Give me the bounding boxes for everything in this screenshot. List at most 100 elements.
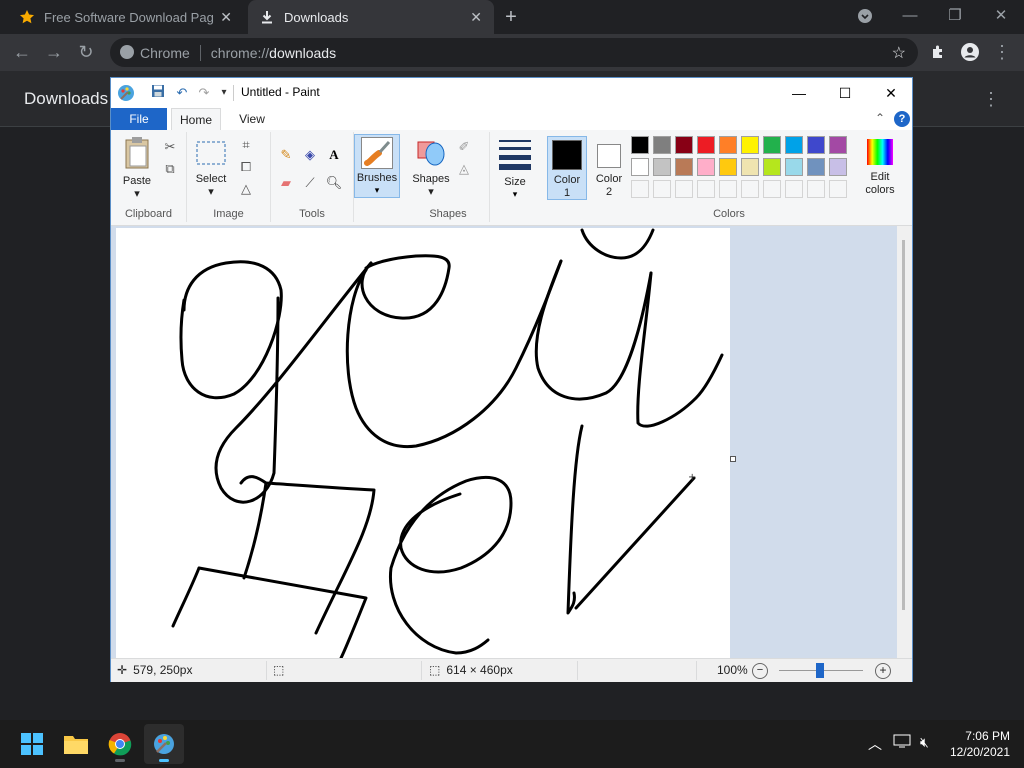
zoom-out-icon[interactable]: −: [752, 663, 768, 679]
rotate-icon[interactable]: △: [237, 180, 255, 198]
palette-swatch[interactable]: [697, 158, 715, 176]
custom-color-slot[interactable]: [763, 180, 781, 198]
close-tab-icon[interactable]: ✕: [220, 9, 232, 26]
custom-color-slot[interactable]: [631, 180, 649, 198]
color2-button[interactable]: Color 2: [591, 136, 627, 200]
palette-swatch[interactable]: [741, 158, 759, 176]
magnifier-icon[interactable]: 🔍︎: [325, 174, 343, 192]
eraser-icon[interactable]: ▰: [277, 174, 295, 192]
shape-fill-icon[interactable]: ◬: [455, 160, 473, 178]
custom-color-slot[interactable]: [697, 180, 715, 198]
color1-button[interactable]: Color 1: [547, 136, 587, 200]
save-icon[interactable]: [149, 84, 167, 102]
paint-taskbar-icon[interactable]: [144, 724, 184, 764]
paste-button[interactable]: Paste ▾: [117, 136, 157, 200]
bookmark-star-icon[interactable]: ☆: [892, 43, 906, 63]
outline-icon[interactable]: ✐: [455, 138, 473, 156]
undo-icon[interactable]: ↶: [173, 84, 191, 102]
custom-color-slot[interactable]: [785, 180, 803, 198]
group-label: Image: [213, 208, 244, 220]
file-explorer-icon[interactable]: [56, 724, 96, 764]
palette-swatch[interactable]: [653, 136, 671, 154]
restore-icon[interactable]: ❐: [941, 4, 969, 28]
close-tab-icon[interactable]: ✕: [470, 9, 482, 26]
shapes-button[interactable]: Shapes ▾: [411, 136, 451, 198]
palette-swatch[interactable]: [653, 158, 671, 176]
tab-free-software-download[interactable]: Free Software Download Page - S ✕: [8, 0, 244, 34]
resize-icon[interactable]: ⧠: [237, 158, 255, 176]
color-wheel-icon: [867, 139, 893, 165]
paint-minimize-icon[interactable]: —: [776, 78, 822, 108]
custom-color-slot[interactable]: [807, 180, 825, 198]
network-icon[interactable]: [893, 734, 911, 751]
new-tab-button[interactable]: +: [500, 6, 522, 28]
palette-swatch[interactable]: [719, 136, 737, 154]
profile-icon[interactable]: [958, 40, 982, 64]
palette-swatch[interactable]: [741, 136, 759, 154]
zoom-slider-thumb[interactable]: [816, 663, 824, 678]
redo-icon[interactable]: ↷: [195, 84, 213, 102]
zoom-in-icon[interactable]: +: [875, 663, 891, 679]
canvas-resize-handle[interactable]: [730, 456, 736, 462]
paint-maximize-icon[interactable]: ☐: [822, 78, 868, 108]
palette-swatch[interactable]: [785, 136, 803, 154]
help-icon[interactable]: ?: [894, 111, 910, 127]
palette-swatch[interactable]: [763, 158, 781, 176]
size-button[interactable]: Size ▾: [491, 132, 541, 212]
text-icon[interactable]: A: [325, 146, 343, 164]
custom-color-slot[interactable]: [675, 180, 693, 198]
custom-color-slot[interactable]: [829, 180, 847, 198]
palette-swatch[interactable]: [719, 158, 737, 176]
tab-downloads[interactable]: Downloads ✕: [248, 0, 494, 34]
palette-swatch[interactable]: [631, 136, 649, 154]
palette-swatch[interactable]: [675, 158, 693, 176]
forward-icon[interactable]: →: [42, 40, 66, 64]
select-button[interactable]: Select ▾: [191, 140, 231, 198]
address-bar[interactable]: Chrome chrome://downloads ☆: [110, 38, 918, 67]
close-window-icon[interactable]: ✕: [987, 4, 1015, 28]
palette-swatch[interactable]: [631, 158, 649, 176]
chrome-menu-icon[interactable]: ⋮: [990, 40, 1014, 64]
vertical-scrollbar[interactable]: [897, 226, 912, 658]
palette-swatch[interactable]: [807, 158, 825, 176]
brushes-button[interactable]: Brushes ▾: [354, 134, 400, 198]
canvas-size-icon: ⬚: [429, 663, 441, 677]
cut-icon[interactable]: ✂: [161, 138, 179, 156]
minimize-icon[interactable]: —: [896, 4, 924, 28]
custom-color-slot[interactable]: [741, 180, 759, 198]
tab-home[interactable]: Home: [171, 108, 221, 130]
palette-swatch[interactable]: [785, 158, 803, 176]
pencil-icon[interactable]: ✎: [277, 146, 295, 164]
chrome-taskbar-icon[interactable]: [100, 724, 140, 764]
color-picker-icon[interactable]: ⟋: [301, 174, 319, 192]
start-icon[interactable]: [12, 724, 52, 764]
palette-swatch[interactable]: [697, 136, 715, 154]
crop-icon[interactable]: ⌗: [237, 136, 255, 154]
copy-icon[interactable]: ⧉: [161, 160, 179, 178]
palette-swatch[interactable]: [829, 158, 847, 176]
paint-close-icon[interactable]: ✕: [868, 78, 914, 108]
tab-view[interactable]: View: [229, 108, 275, 130]
fill-icon[interactable]: ◈: [301, 146, 319, 164]
custom-color-slot[interactable]: [719, 180, 737, 198]
collapse-ribbon-icon[interactable]: ⌃: [875, 111, 885, 125]
palette-swatch[interactable]: [675, 136, 693, 154]
palette-swatch[interactable]: [829, 136, 847, 154]
tab-search-icon[interactable]: [851, 4, 879, 28]
palette-swatch[interactable]: [763, 136, 781, 154]
extensions-icon[interactable]: [926, 40, 950, 64]
canvas-workspace: +: [111, 226, 912, 658]
custom-color-slot[interactable]: [653, 180, 671, 198]
tab-file[interactable]: File: [111, 108, 167, 130]
edit-colors-button[interactable]: Edit colors: [857, 136, 901, 200]
more-actions-icon[interactable]: ⋮: [982, 89, 1000, 110]
system-clock[interactable]: 7:06 PM 12/20/2021: [950, 728, 1010, 760]
volume-muted-icon[interactable]: 🔇︎: [920, 734, 929, 751]
customize-qat-icon[interactable]: ▾: [215, 84, 233, 102]
show-hidden-icons[interactable]: ︿: [868, 734, 882, 754]
palette-swatch[interactable]: [807, 136, 825, 154]
reload-icon[interactable]: ↻: [74, 40, 98, 64]
drawing-canvas[interactable]: +: [116, 228, 730, 658]
back-icon[interactable]: ←: [10, 40, 34, 64]
paint-app-icon[interactable]: [117, 84, 135, 102]
